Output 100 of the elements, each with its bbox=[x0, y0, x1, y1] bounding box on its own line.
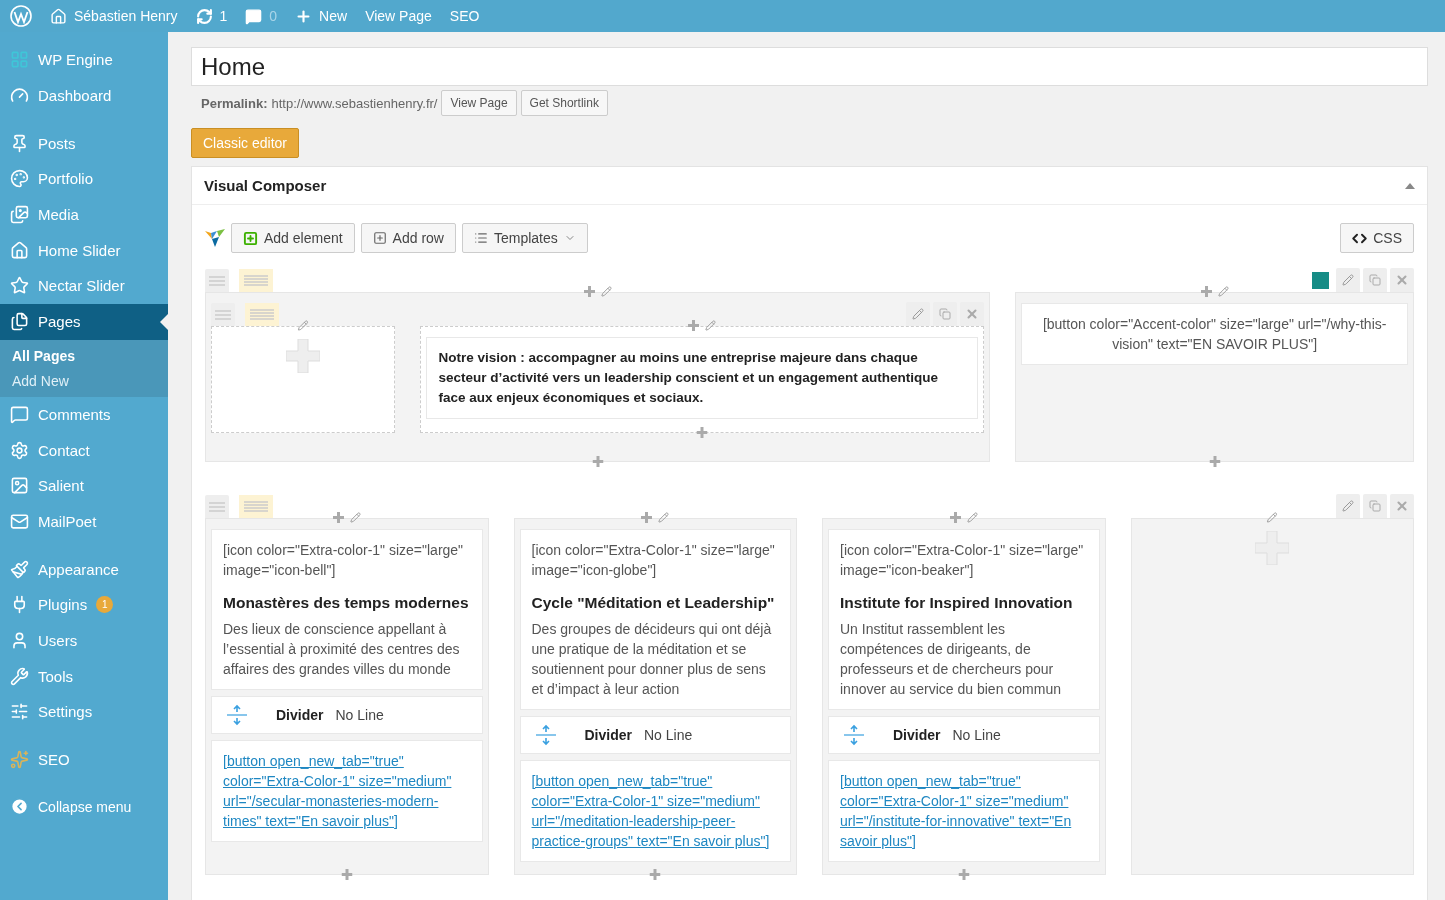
sidebar-item[interactable]: WP Engine bbox=[0, 42, 168, 78]
permalink-button[interactable]: View Page bbox=[441, 90, 517, 116]
edit-button[interactable] bbox=[1336, 494, 1360, 518]
plus-icon[interactable] bbox=[641, 512, 653, 523]
plus-icon[interactable] bbox=[583, 286, 595, 297]
plus-icon[interactable] bbox=[649, 869, 661, 880]
palette-icon bbox=[10, 169, 29, 189]
admin-bar-link[interactable]: SEO bbox=[449, 8, 480, 24]
sidebar-label: Salient bbox=[38, 477, 84, 495]
delete-button[interactable] bbox=[1390, 268, 1414, 292]
permalink-button[interactable]: Get Shortlink bbox=[520, 90, 608, 116]
drag-handle[interactable] bbox=[205, 269, 229, 292]
wrench-icon bbox=[10, 666, 29, 686]
sidebar-item[interactable]: Appearance bbox=[0, 551, 168, 587]
pencil-icon[interactable] bbox=[966, 512, 978, 523]
sidebar-item[interactable]: Portfolio bbox=[0, 161, 168, 197]
refresh-icon bbox=[195, 7, 213, 25]
sidebar-item[interactable]: Settings bbox=[0, 694, 168, 730]
title-field[interactable]: Home bbox=[191, 47, 1428, 86]
sidebar-item[interactable]: Comments bbox=[0, 396, 168, 433]
pencil-icon[interactable] bbox=[658, 512, 670, 523]
collapse-menu-button[interactable]: Collapse menu bbox=[0, 789, 168, 825]
templates-dropdown[interactable]: Templates bbox=[461, 223, 588, 253]
sidebar-label: WP Engine bbox=[38, 51, 113, 69]
sidebar-item[interactable]: Posts bbox=[0, 125, 168, 162]
pencil-icon[interactable] bbox=[349, 512, 361, 523]
pencil-icon[interactable] bbox=[600, 286, 612, 297]
pencil-icon[interactable] bbox=[297, 320, 309, 331]
plus-icon[interactable] bbox=[688, 320, 700, 331]
edit-button[interactable] bbox=[1336, 268, 1360, 292]
sidebar-item[interactable]: MailPoet bbox=[0, 503, 168, 540]
edit-button[interactable] bbox=[906, 302, 931, 326]
sidebar-item[interactable]: Contact bbox=[0, 432, 168, 468]
close-icon bbox=[1395, 499, 1409, 513]
clone-button[interactable] bbox=[1363, 268, 1387, 292]
sidebar-item[interactable]: Users bbox=[0, 622, 168, 659]
toolbar-button[interactable]: Add element bbox=[231, 223, 355, 253]
sidebar-item[interactable]: Nectar Slider bbox=[0, 268, 168, 304]
logo-icon bbox=[205, 229, 225, 247]
sidebar-label: Comments bbox=[38, 405, 111, 423]
sidebar-item[interactable]: Pages bbox=[0, 303, 168, 340]
sparkles-icon bbox=[10, 750, 29, 770]
layout-button[interactable] bbox=[245, 303, 279, 326]
sidebar-label: MailPoet bbox=[38, 512, 97, 530]
plus-icon[interactable] bbox=[949, 512, 961, 523]
plus-icon[interactable] bbox=[1200, 286, 1212, 297]
logo-icon[interactable] bbox=[10, 5, 32, 27]
clone-button[interactable] bbox=[1363, 494, 1387, 518]
comments-link[interactable]: 0 bbox=[245, 7, 278, 25]
plus-icon[interactable] bbox=[958, 869, 970, 880]
submenu-item[interactable]: Add New bbox=[12, 372, 168, 389]
css-button[interactable]: CSS bbox=[1340, 223, 1414, 253]
plus-icon[interactable] bbox=[1209, 456, 1221, 467]
layout-button[interactable] bbox=[239, 269, 273, 292]
count-badge: 1 bbox=[96, 596, 114, 614]
admin-bar-link[interactable]: View Page bbox=[365, 8, 432, 24]
sidebar-item[interactable]: SEO bbox=[0, 741, 168, 778]
sidebar-label: Users bbox=[38, 631, 78, 649]
plus-icon[interactable] bbox=[592, 456, 604, 467]
plus-icon bbox=[243, 230, 258, 246]
plus-icon[interactable] bbox=[696, 427, 708, 438]
element-value: No Line bbox=[952, 727, 1001, 743]
copy-icon bbox=[939, 308, 952, 320]
sidebar-item[interactable]: Dashboard bbox=[0, 77, 168, 114]
delete-button[interactable] bbox=[960, 302, 985, 326]
sidebar-item[interactable]: Tools bbox=[0, 658, 168, 694]
grid-icon bbox=[10, 50, 29, 70]
shortcode-link[interactable]: [button open_new_tab="true" color="Extra-Color-1" size="medium" url="/meditation-leadership-peer-practice-groups" text="En savoir plus"] bbox=[531, 771, 779, 851]
plus-icon[interactable] bbox=[341, 869, 353, 880]
toolbar-button[interactable]: Add row bbox=[360, 223, 456, 253]
add-element-plus-icon[interactable] bbox=[286, 339, 321, 373]
sidebar-item[interactable]: Home Slider bbox=[0, 232, 168, 269]
submenu-item[interactable]: All Pages bbox=[12, 347, 168, 364]
sidebar-label: Dashboard bbox=[38, 87, 112, 105]
layout-button[interactable] bbox=[239, 495, 273, 518]
sidebar-item[interactable]: Salient bbox=[0, 467, 168, 504]
sidebar-item[interactable]: Media bbox=[0, 196, 168, 233]
updates-link[interactable]: 1 bbox=[195, 7, 228, 25]
site-link[interactable]: Sébastien Henry bbox=[50, 7, 178, 25]
close-icon bbox=[965, 307, 980, 321]
plus-icon bbox=[295, 7, 313, 25]
pencil-icon[interactable] bbox=[1266, 512, 1278, 523]
classic-editor-button[interactable]: Classic editor bbox=[191, 128, 300, 158]
sidebar-label: Contact bbox=[38, 441, 90, 459]
mail-icon bbox=[10, 511, 29, 531]
paragraph: Un Institut rassemblent les compétences de dirigeants, de professeurs et de chercheurs pour innover au service du bien commun bbox=[840, 620, 1062, 699]
clone-button[interactable] bbox=[933, 302, 958, 326]
shortcode-link[interactable]: [button open_new_tab="true" color="Extra-Color-1" size="medium" url="/secular-monasteries-modern-times" text="En savoir plus"] bbox=[223, 751, 471, 831]
collapse-toggle-icon[interactable] bbox=[1405, 182, 1415, 189]
pencil-icon[interactable] bbox=[705, 320, 717, 331]
sidebar-item[interactable]: Plugins 1 bbox=[0, 586, 168, 623]
plus-icon[interactable] bbox=[332, 512, 344, 523]
sidebar-label: Pages bbox=[38, 313, 81, 331]
drag-handle[interactable] bbox=[205, 495, 229, 518]
new-link[interactable]: New bbox=[295, 7, 348, 25]
shortcode-link[interactable]: [button open_new_tab="true" color="Extra-Color-1" size="medium" url="/institute-for-innovative" text="En savoir plus"] bbox=[840, 771, 1088, 851]
pencil-icon[interactable] bbox=[1217, 286, 1229, 297]
drag-handle[interactable] bbox=[211, 303, 235, 326]
delete-button[interactable] bbox=[1390, 494, 1414, 518]
sidebar-label: Portfolio bbox=[38, 170, 94, 188]
